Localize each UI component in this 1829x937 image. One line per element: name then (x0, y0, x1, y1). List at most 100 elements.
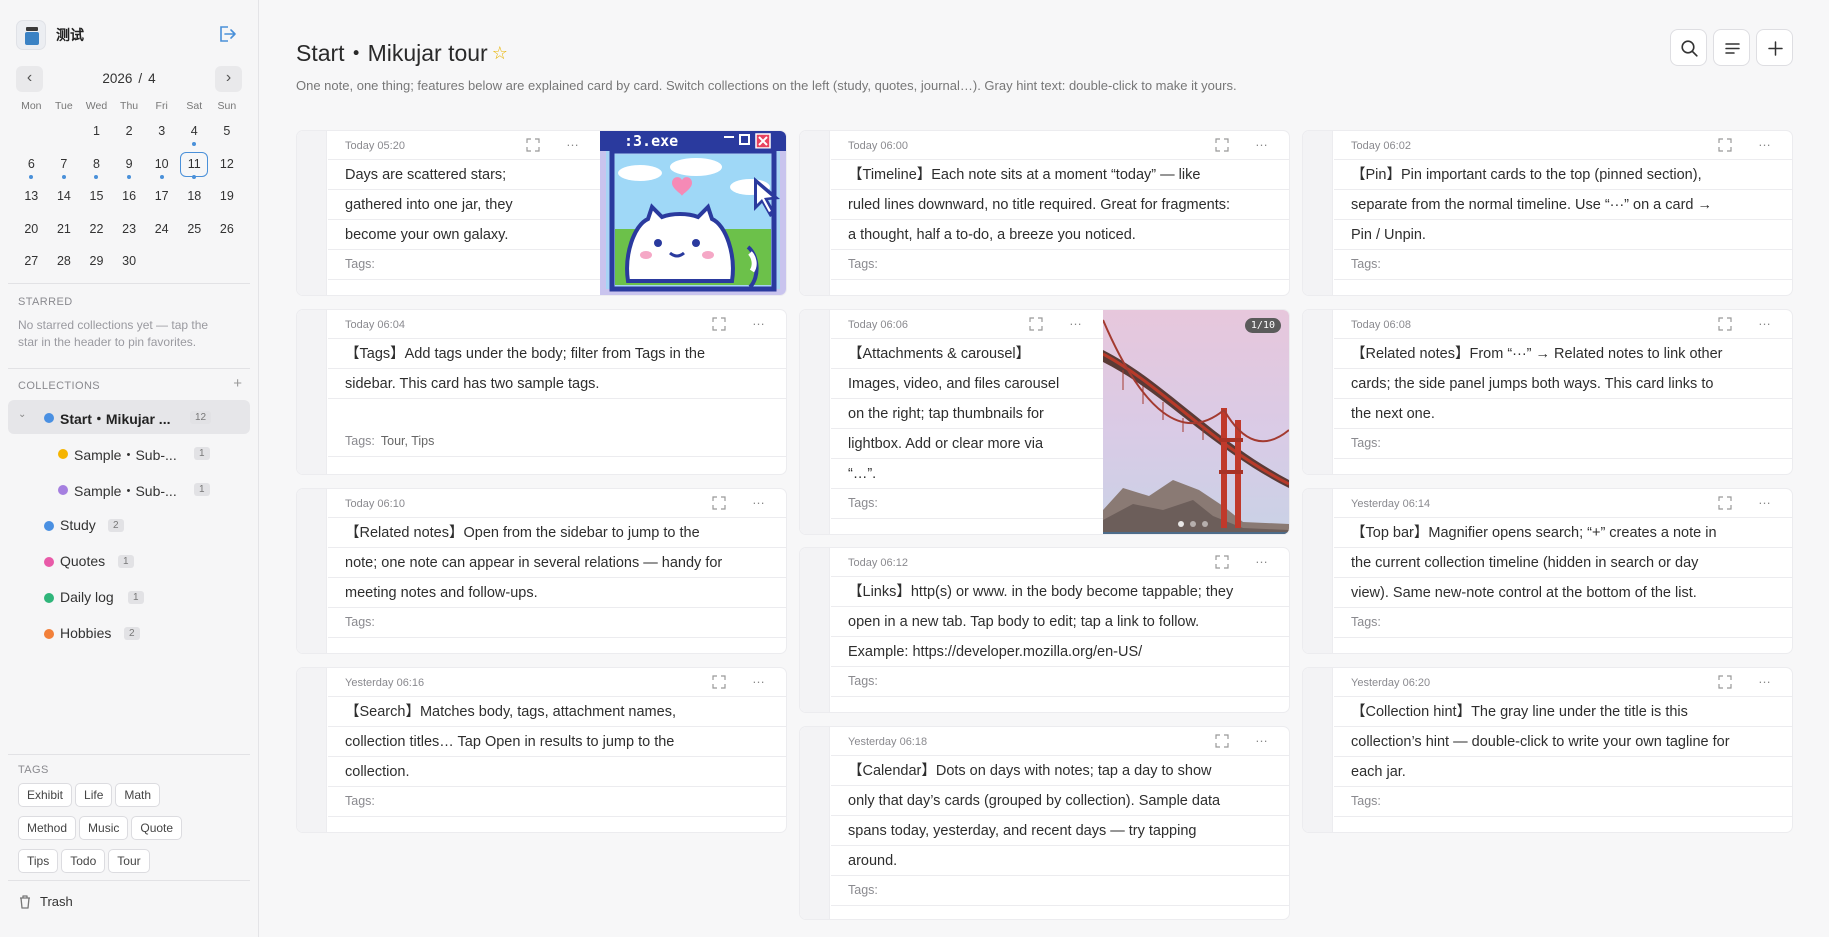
calendar-day[interactable]: 27 (15, 248, 48, 281)
note-card[interactable]: Today 06:02 … 【Pin】Pin important cards to … (1302, 130, 1793, 296)
tag-chip[interactable]: Math (115, 783, 161, 807)
expand-icon[interactable] (1215, 555, 1229, 569)
card-body[interactable]: 【Attachments & carousel】 Images, video, a… (848, 339, 1089, 489)
tag-chip[interactable]: Exhibit (18, 783, 73, 807)
calendar-day[interactable]: 16 (113, 183, 146, 216)
collection-item[interactable]: Sample・Sub-... 1 (8, 472, 250, 506)
collection-hint[interactable]: One note, one thing; features below are … (296, 78, 1237, 93)
sort-button[interactable] (1713, 29, 1750, 66)
calendar-day[interactable]: 4 (178, 118, 211, 151)
card-body[interactable]: 【Links】http(s) or www. in the body becom… (848, 577, 1275, 667)
calendar-day[interactable]: 29 (80, 248, 113, 281)
note-card[interactable]: Today 06:06 … 【Attachments & carousel】 Imag… (799, 309, 1290, 535)
calendar-day[interactable]: 20 (15, 216, 48, 249)
calendar-day[interactable]: 6 (15, 151, 48, 184)
expand-icon[interactable] (526, 138, 540, 152)
calendar-day[interactable]: 5 (211, 118, 244, 151)
more-menu-button[interactable]: … (752, 671, 766, 686)
card-tag-values[interactable]: Tour, Tips (381, 434, 435, 448)
calendar-day[interactable]: 8 (80, 151, 113, 184)
note-card[interactable]: Today 06:08 … 【Related notes】From “···” → … (1302, 309, 1793, 475)
note-card[interactable]: Yesterday 06:18 … 【Calendar】Dots on days w… (799, 726, 1290, 920)
calendar-day[interactable]: 19 (211, 183, 244, 216)
card-body[interactable]: 【Timeline】Each note sits at a moment “to… (848, 160, 1275, 250)
calendar-day[interactable]: 12 (211, 151, 244, 184)
calendar-day[interactable]: 13 (15, 183, 48, 216)
calendar-day[interactable]: 18 (178, 183, 211, 216)
tag-chip[interactable]: Tips (18, 849, 59, 873)
calendar-day[interactable]: 15 (80, 183, 113, 216)
more-menu-button[interactable]: … (1758, 313, 1772, 328)
tag-chip[interactable]: Quote (131, 816, 183, 840)
calendar-day[interactable]: 7 (48, 151, 81, 184)
expand-icon[interactable] (1718, 675, 1732, 689)
more-menu-button[interactable]: … (752, 313, 766, 328)
tag-chip[interactable]: Music (79, 816, 129, 840)
card-body[interactable]: 【Top bar】Magnifier opens search; “+” cre… (1351, 518, 1778, 608)
calendar-day[interactable]: 25 (178, 216, 211, 249)
collection-item[interactable]: Daily log 1 (8, 580, 250, 614)
note-card[interactable]: Today 06:00 … 【Timeline】Each note sits at … (799, 130, 1290, 296)
calendar-day[interactable]: 21 (48, 216, 81, 249)
calendar-day[interactable]: 23 (113, 216, 146, 249)
calendar-day[interactable]: 17 (145, 183, 178, 216)
note-card[interactable]: Today 05:20 … Days are scattered stars; gat… (296, 130, 787, 296)
collection-item[interactable]: Quotes 1 (8, 544, 250, 578)
card-body[interactable]: Days are scattered stars; gathered into o… (345, 160, 586, 250)
calendar-day[interactable]: 9 (113, 151, 146, 184)
calendar-day[interactable]: 2 (113, 118, 146, 151)
card-body[interactable]: 【Related notes】From “···” → Related note… (1351, 339, 1778, 429)
trash-button[interactable]: Trash (18, 894, 73, 912)
collection-item[interactable]: Study 2 (8, 508, 250, 542)
calendar-day[interactable]: 1 (80, 118, 113, 151)
note-card[interactable]: Today 06:04 … 【Tags】Add tags under the bod… (296, 309, 787, 475)
expand-icon[interactable] (1215, 734, 1229, 748)
expand-icon[interactable] (712, 496, 726, 510)
calendar-day[interactable]: 10 (145, 151, 178, 184)
expand-icon[interactable] (1718, 138, 1732, 152)
more-menu-button[interactable]: … (752, 492, 766, 507)
calendar-day[interactable]: 3 (145, 118, 178, 151)
card-body[interactable]: 【Tags】Add tags under the body; filter fr… (345, 339, 772, 399)
tag-chip[interactable]: Method (18, 816, 77, 840)
expand-icon[interactable] (712, 317, 726, 331)
calendar-day[interactable]: 26 (211, 216, 244, 249)
collection-title[interactable]: Start・Mikujar tour (296, 40, 488, 66)
card-body[interactable]: 【Search】Matches body, tags, attachment n… (345, 697, 772, 787)
chevron-down-icon[interactable]: ⌄ (18, 409, 26, 420)
note-card[interactable]: Yesterday 06:20 … 【Collection hint】The gra… (1302, 667, 1793, 833)
tag-chip[interactable]: Todo (61, 849, 106, 873)
more-menu-button[interactable]: … (1255, 551, 1269, 566)
pixel-cat-image[interactable]: :3.exe (600, 131, 786, 295)
calendar-day[interactable]: 30 (113, 248, 146, 281)
tag-chip[interactable]: Tour (108, 849, 150, 873)
next-month-button[interactable]: › (215, 66, 242, 92)
star-icon[interactable]: ☆ (492, 43, 508, 64)
note-card[interactable]: Yesterday 06:16 … 【Search】Matches body, ta… (296, 667, 787, 833)
tag-chip[interactable]: Life (75, 783, 113, 807)
note-card[interactable]: Today 06:10 … 【Related notes】Open from the… (296, 488, 787, 654)
more-menu-button[interactable]: … (1069, 313, 1083, 328)
calendar-day[interactable]: 11 (178, 151, 211, 184)
card-body[interactable]: 【Collection hint】The gray line under the… (1351, 697, 1778, 787)
collection-item[interactable]: Hobbies 2 (8, 616, 250, 650)
bridge-photo-image[interactable]: 1/10 (1102, 310, 1289, 534)
expand-icon[interactable] (1718, 496, 1732, 510)
expand-icon[interactable] (1029, 317, 1043, 331)
more-menu-button[interactable]: … (1255, 134, 1269, 149)
logout-icon[interactable] (216, 23, 238, 45)
note-card[interactable]: Yesterday 06:14 … 【Top bar】Magnifier opens… (1302, 488, 1793, 654)
note-card[interactable]: Today 06:12 … 【Links】http(s) or www. in th… (799, 547, 1290, 713)
collection-item[interactable]: Sample・Sub-... 1 (8, 436, 250, 470)
collection-item[interactable]: ⌄ Start・Mikujar ... 12 (8, 400, 250, 434)
more-menu-button[interactable]: … (1758, 134, 1772, 149)
calendar-day[interactable]: 14 (48, 183, 81, 216)
more-menu-button[interactable]: … (566, 134, 580, 149)
expand-icon[interactable] (1215, 138, 1229, 152)
more-menu-button[interactable]: … (1255, 730, 1269, 745)
expand-icon[interactable] (1718, 317, 1732, 331)
calendar-day[interactable]: 28 (48, 248, 81, 281)
search-button[interactable] (1670, 29, 1707, 66)
more-menu-button[interactable]: … (1758, 492, 1772, 507)
card-body[interactable]: 【Related notes】Open from the sidebar to … (345, 518, 772, 608)
